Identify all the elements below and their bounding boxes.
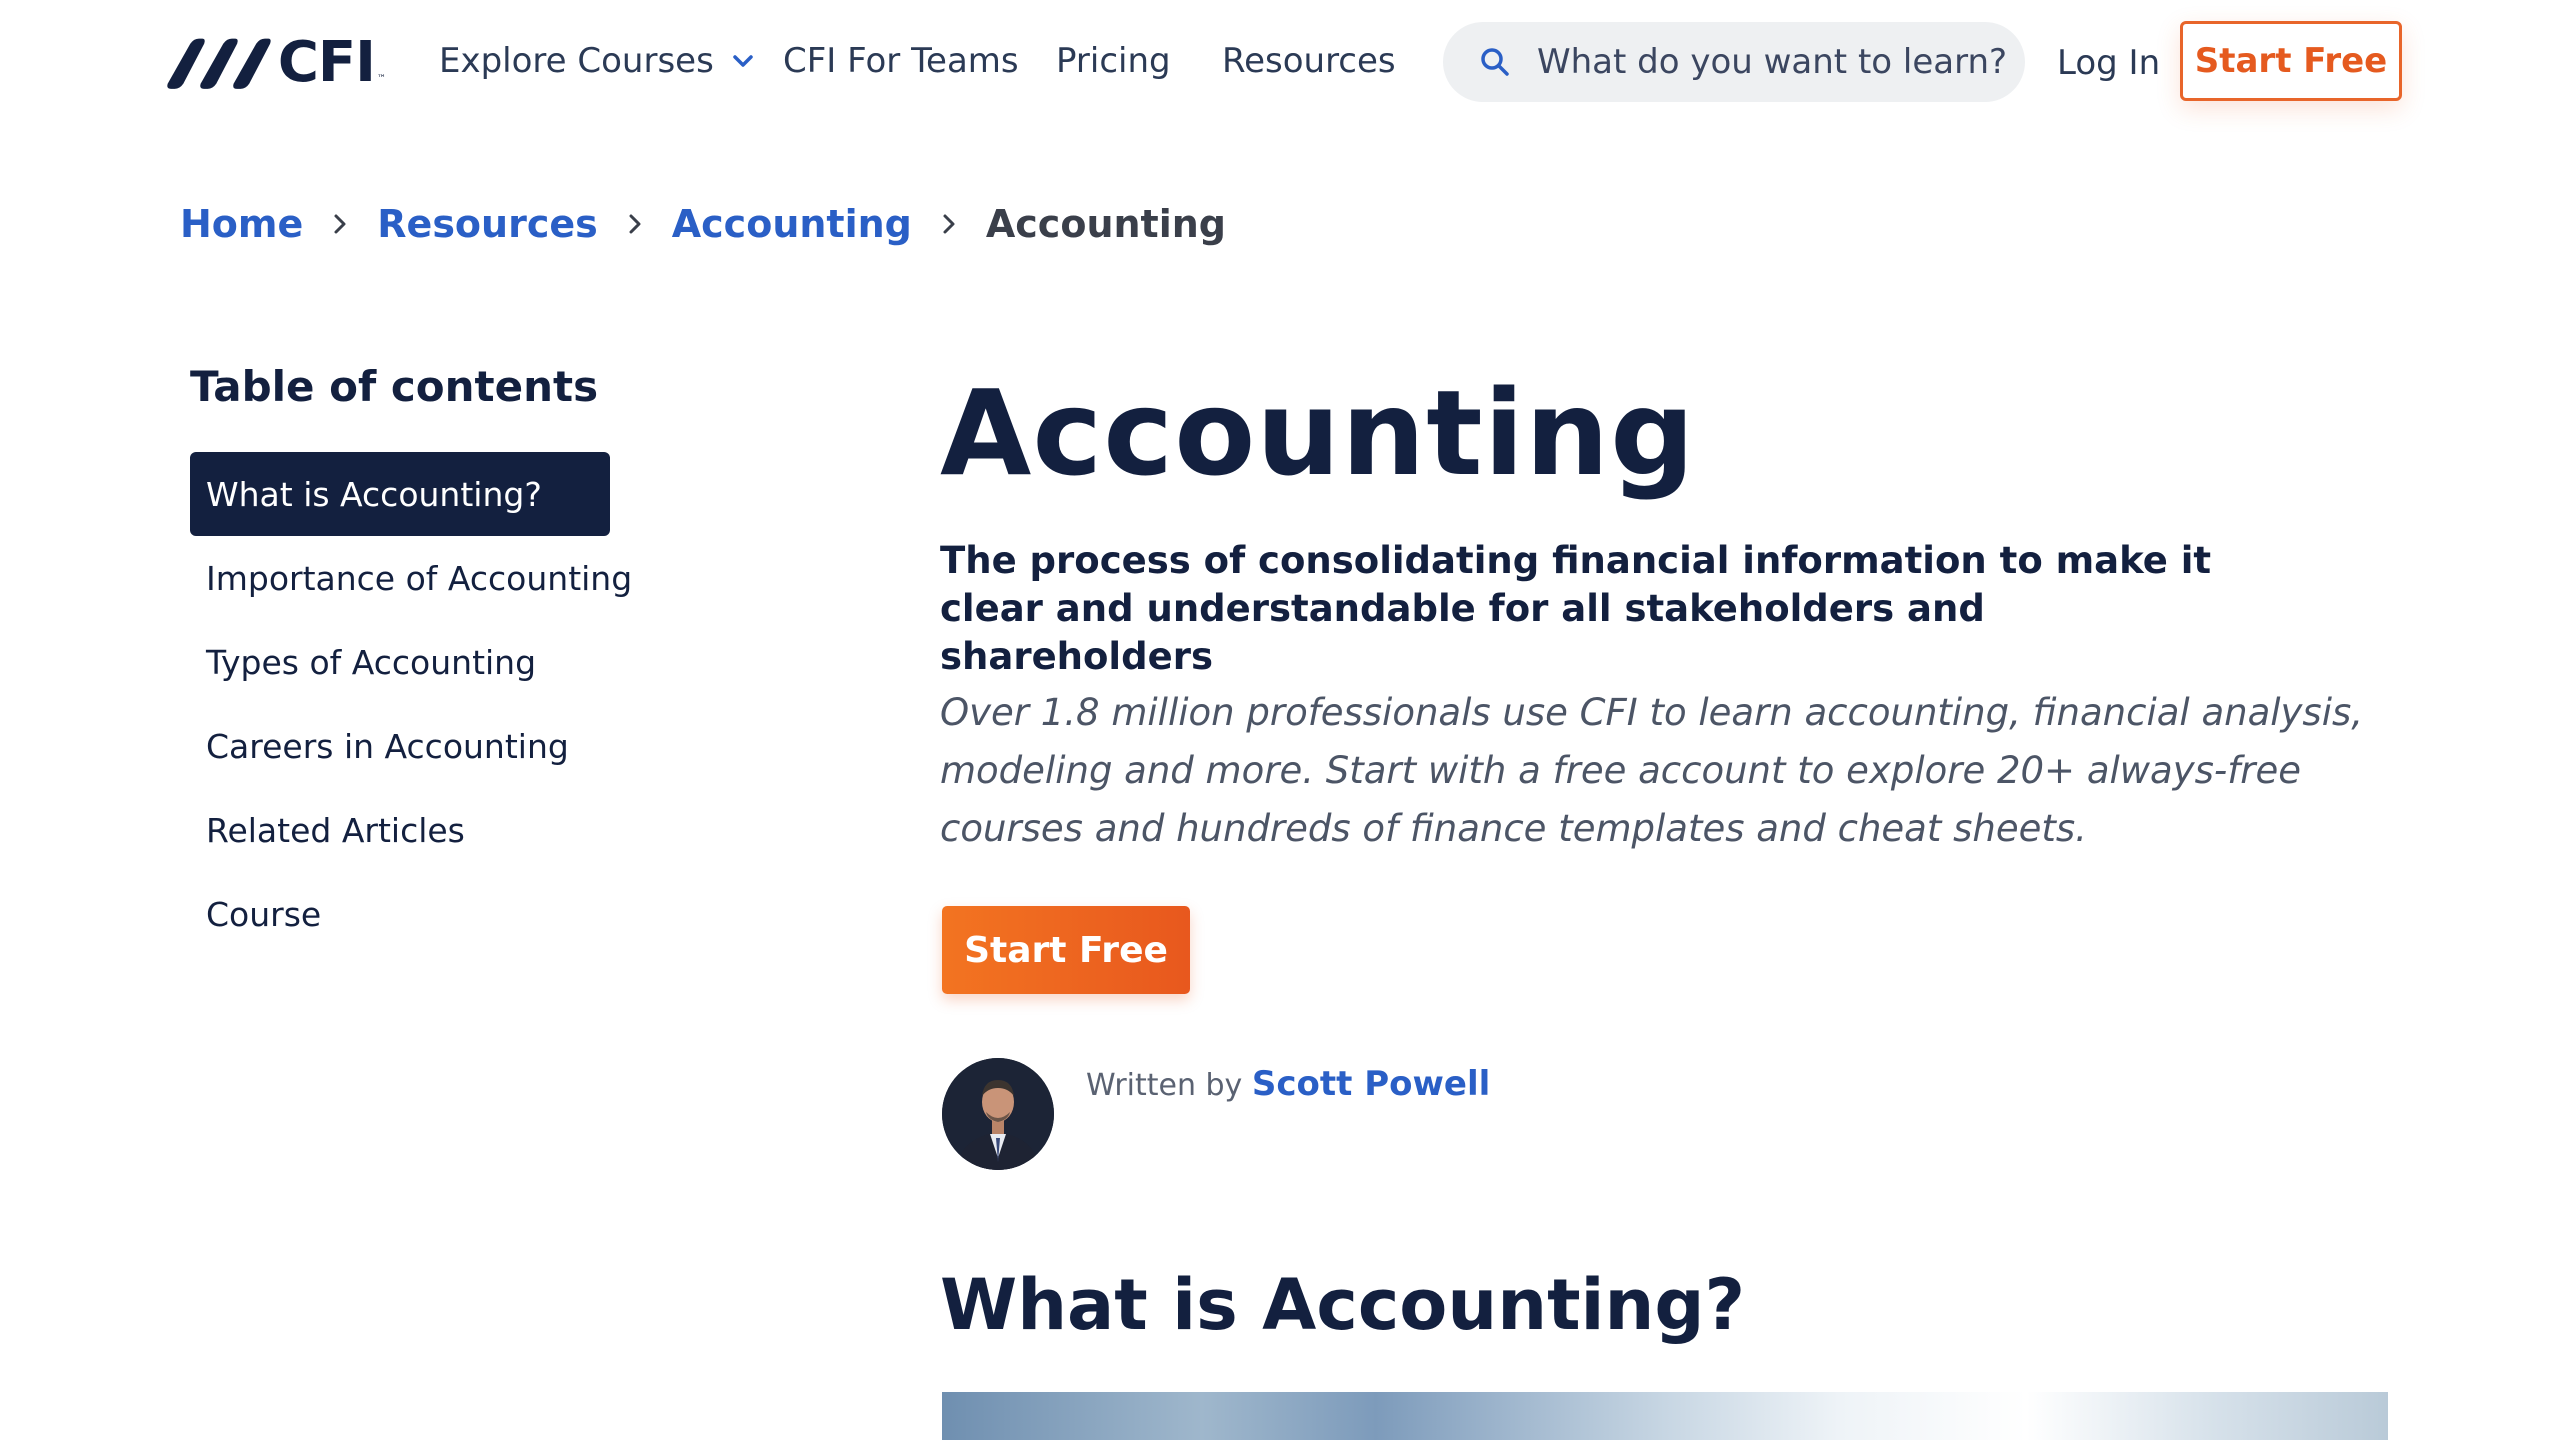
written-by-label: Written by	[1086, 1068, 1243, 1103]
toc-item-types[interactable]: Types of Accounting	[190, 620, 610, 704]
toc-list: What is Accounting? Importance of Accoun…	[190, 452, 632, 956]
chevron-right-icon	[943, 214, 955, 234]
site-header: CFI ™ Explore Courses CFI For Teams Pric…	[0, 0, 2560, 125]
breadcrumb-home[interactable]: Home	[180, 202, 303, 246]
cfi-logo[interactable]: CFI ™	[166, 26, 386, 98]
nav-pricing[interactable]: Pricing	[1056, 38, 1171, 84]
search-bar[interactable]	[1443, 22, 2025, 102]
nav-cfi-for-teams[interactable]: CFI For Teams	[783, 38, 1019, 84]
written-by: Written by Scott Powell	[1086, 1064, 1490, 1104]
page-title: Accounting	[940, 364, 1696, 502]
promo-text: Over 1.8 million professionals use CFI t…	[940, 691, 2364, 850]
article-hero-image	[942, 1392, 2388, 1440]
toc-item-careers[interactable]: Careers in Accounting	[190, 704, 610, 788]
logo-mark-icon	[167, 38, 271, 89]
section-heading: What is Accounting?	[940, 1264, 1746, 1346]
author-photo	[942, 1058, 1054, 1170]
avatar[interactable]	[942, 1058, 1054, 1170]
chevron-right-icon	[334, 214, 346, 234]
toc-item-course[interactable]: Course	[190, 872, 610, 956]
author-byline: Written by Scott Powell	[942, 1058, 1490, 1170]
nav-resources[interactable]: Resources	[1222, 38, 1396, 84]
header-start-free-button[interactable]: Start Free	[2180, 21, 2402, 101]
breadcrumb-current: Accounting	[985, 202, 1226, 246]
login-link[interactable]: Log In	[2057, 40, 2160, 86]
start-free-button[interactable]: Start Free	[942, 906, 1190, 994]
toc-item-importance[interactable]: Importance of Accounting	[190, 536, 632, 620]
search-input[interactable]	[1535, 41, 2019, 83]
nav-explore-courses[interactable]: Explore Courses	[439, 38, 754, 84]
breadcrumb-resources[interactable]: Resources	[377, 202, 597, 246]
breadcrumb: Home Resources Accounting Accounting	[180, 202, 1226, 246]
toc-item-related-articles[interactable]: Related Articles	[190, 788, 610, 872]
chevron-right-icon	[629, 214, 641, 234]
article-subtitle: The process of consolidating financial i…	[940, 539, 2212, 678]
author-name-link[interactable]: Scott Powell	[1252, 1064, 1490, 1104]
chevron-down-icon	[733, 55, 753, 67]
search-icon	[1481, 48, 1509, 76]
toc-title: Table of contents	[190, 362, 599, 411]
page: CFI ™ Explore Courses CFI For Teams Pric…	[0, 0, 2560, 1440]
nav-explore-label: Explore Courses	[439, 41, 714, 81]
logo-text: CFI	[277, 29, 376, 95]
breadcrumb-accounting[interactable]: Accounting	[672, 202, 912, 246]
toc-item-what-is-accounting[interactable]: What is Accounting?	[190, 452, 610, 536]
trademark-mark: ™	[377, 74, 386, 84]
